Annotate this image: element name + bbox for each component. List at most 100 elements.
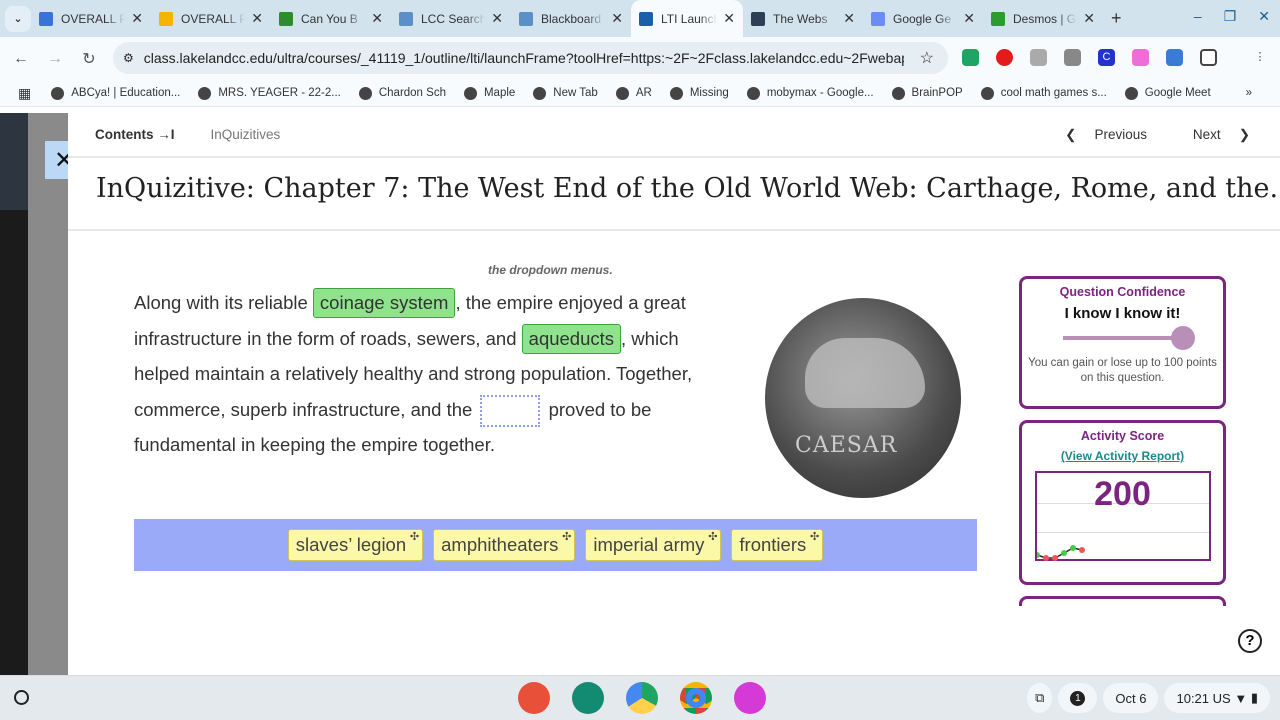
minimize-button[interactable]: – — [1194, 8, 1202, 25]
filled-answer-2[interactable]: aqueducts — [521, 323, 622, 354]
photos-app-icon[interactable] — [734, 682, 766, 714]
browser-tab[interactable]: The Webs ✕ — [743, 0, 863, 37]
answer-option[interactable]: amphitheaters ✣ — [433, 529, 576, 561]
shield2-extension-icon[interactable] — [1064, 49, 1081, 66]
favicon-icon — [519, 11, 533, 26]
c-extension-icon[interactable]: C — [1098, 49, 1115, 66]
answer-option[interactable]: imperial army ✣ — [585, 529, 722, 561]
bookmark-item[interactable]: BrainPOP — [891, 86, 963, 100]
url-bar[interactable]: ⚙ class.lakelandcc.edu/ultra/courses/_41… — [113, 42, 948, 74]
next-button[interactable]: Next ❯ — [1193, 127, 1250, 143]
forward-button[interactable]: → — [38, 50, 72, 68]
question-text: Along with its reliable coinage system, … — [134, 285, 734, 463]
launcher-button[interactable] — [14, 690, 29, 705]
address-bar-row: ← → ↻ ⚙ class.lakelandcc.edu/ultra/cours… — [0, 37, 1280, 80]
tab-title: OVERALL P — [181, 11, 246, 26]
browser-tab[interactable]: Desmos | G ✕ — [983, 0, 1103, 37]
tab-title: OVERALL P — [61, 11, 126, 26]
more-bookmarks-icon[interactable]: » — [1246, 87, 1252, 99]
status-area[interactable]: 10:21 US ▼ ▮ — [1164, 683, 1270, 713]
tab-title: Blackboard — [541, 11, 602, 26]
browser-tab[interactable]: OVERALL P ✕ — [31, 0, 151, 37]
close-tab-icon[interactable]: ✕ — [611, 10, 623, 27]
screenshot-icon[interactable]: ⧉ — [1027, 683, 1053, 713]
favicon-icon — [279, 11, 293, 26]
previous-button[interactable]: ❮ Previous — [1065, 127, 1147, 143]
back-button[interactable]: ← — [4, 50, 38, 68]
classroom-app-icon[interactable] — [572, 682, 604, 714]
browser-tab[interactable]: LCC Search ✕ — [391, 0, 511, 37]
browser-tab[interactable]: OVERALL P ✕ — [151, 0, 271, 37]
reload-button[interactable]: ↻ — [72, 49, 106, 69]
tab-search-button[interactable]: ⌄ — [5, 5, 31, 32]
date-button[interactable]: Oct 6 — [1103, 683, 1159, 713]
browser-tab[interactable]: Can You B ✕ — [271, 0, 391, 37]
opera-extension-icon[interactable] — [996, 49, 1013, 66]
shield-extension-icon[interactable] — [1030, 49, 1047, 66]
drive-app-icon[interactable] — [626, 682, 658, 714]
close-tab-icon[interactable]: ✕ — [723, 10, 735, 27]
globe-icon — [358, 86, 372, 100]
bookmark-item[interactable]: MRS. YEAGER - 22-2... — [198, 86, 341, 100]
bookmark-item[interactable]: New Tab — [533, 86, 598, 100]
answer-option[interactable]: slaves’ legion ✣ — [287, 529, 424, 561]
close-tab-icon[interactable]: ✕ — [491, 10, 503, 27]
caesar-coin-image: CAESAR — [765, 298, 961, 498]
close-tab-icon[interactable]: ✕ — [843, 10, 855, 27]
bookmarks-bar: ▦ ABCya! | Education... MRS. YEAGER - 22-… — [0, 80, 1280, 107]
activity-title: Activity Score — [1080, 429, 1165, 443]
chrome-app-icon[interactable] — [680, 682, 712, 714]
puzzle-extensions-icon[interactable] — [1200, 49, 1217, 66]
notifications-button[interactable]: 1 — [1058, 683, 1098, 713]
new-tab-button[interactable]: + — [1111, 8, 1122, 29]
screen-extension-icon[interactable] — [1166, 49, 1183, 66]
close-tab-icon[interactable]: ✕ — [371, 10, 383, 27]
confidence-slider[interactable] — [1062, 326, 1195, 350]
tab-title: Google Ge — [893, 11, 952, 26]
previous-label: Previous — [1094, 127, 1147, 142]
question-confidence-card: Question Confidence I know I know it! Yo… — [1019, 276, 1226, 409]
point — [1069, 545, 1076, 551]
bookmark-item[interactable]: Google Meet — [1124, 86, 1211, 100]
bookmark-star-icon[interactable]: ☆ — [920, 48, 934, 68]
bookmark-item[interactable]: AR — [615, 86, 652, 100]
close-tab-icon[interactable]: ✕ — [963, 10, 975, 27]
browser-tab[interactable]: Blackboard ✕ — [511, 0, 631, 37]
option-label: imperial army — [593, 534, 705, 555]
filled-answer-1[interactable]: coinage system — [312, 288, 456, 318]
bookmark-item[interactable]: Maple — [463, 86, 515, 100]
site-settings-icon[interactable]: ⚙ — [123, 51, 134, 65]
restore-button[interactable]: ❐ — [1224, 8, 1237, 25]
bookmark-item[interactable]: cool math games s... — [980, 86, 1107, 100]
tab-title: Desmos | G — [1013, 11, 1077, 26]
browser-tab[interactable]: Google Ge ✕ — [863, 0, 983, 37]
canvas-app-icon[interactable] — [518, 682, 550, 714]
bookmark-label: BrainPOP — [911, 87, 963, 99]
clock: 10:21 — [1176, 690, 1210, 706]
breadcrumb[interactable]: InQuizitives — [211, 127, 281, 142]
browser-tab[interactable]: LTI Launch ✕ — [631, 0, 743, 37]
contents-toggle[interactable]: Contents →I — [95, 127, 175, 142]
close-tab-icon[interactable]: ✕ — [251, 10, 263, 27]
help-button[interactable]: ? — [1238, 629, 1262, 653]
view-activity-report-link[interactable]: (View Activity Report) — [1022, 449, 1223, 463]
close-tab-icon[interactable]: ✕ — [1083, 10, 1095, 27]
bookmark-item[interactable]: Chardon Sch — [358, 86, 446, 100]
apps-grid-icon[interactable]: ▦ — [18, 85, 31, 102]
point — [1051, 555, 1058, 561]
favicon-icon — [639, 11, 653, 26]
drive-extension-icon[interactable] — [962, 49, 979, 66]
bookmark-item[interactable]: ABCya! | Education... — [51, 86, 180, 100]
bookmark-item[interactable]: Missing — [669, 86, 729, 100]
favicon-icon — [871, 11, 885, 26]
close-window-button[interactable]: ✕ — [1258, 8, 1270, 25]
slider-knob[interactable] — [1170, 326, 1195, 350]
battery-icon: ▮ — [1250, 690, 1258, 705]
menu-dots-icon[interactable]: ⋮ — [1250, 49, 1270, 66]
answer-option[interactable]: frontiers ✣ — [731, 529, 824, 561]
close-tab-icon[interactable]: ✕ — [131, 10, 143, 27]
bookmark-item[interactable]: mobymax - Google... — [746, 86, 874, 100]
text: Along with its reliable — [134, 292, 313, 313]
empty-drop-target[interactable] — [480, 394, 541, 427]
pink-extension-icon[interactable] — [1132, 49, 1149, 66]
